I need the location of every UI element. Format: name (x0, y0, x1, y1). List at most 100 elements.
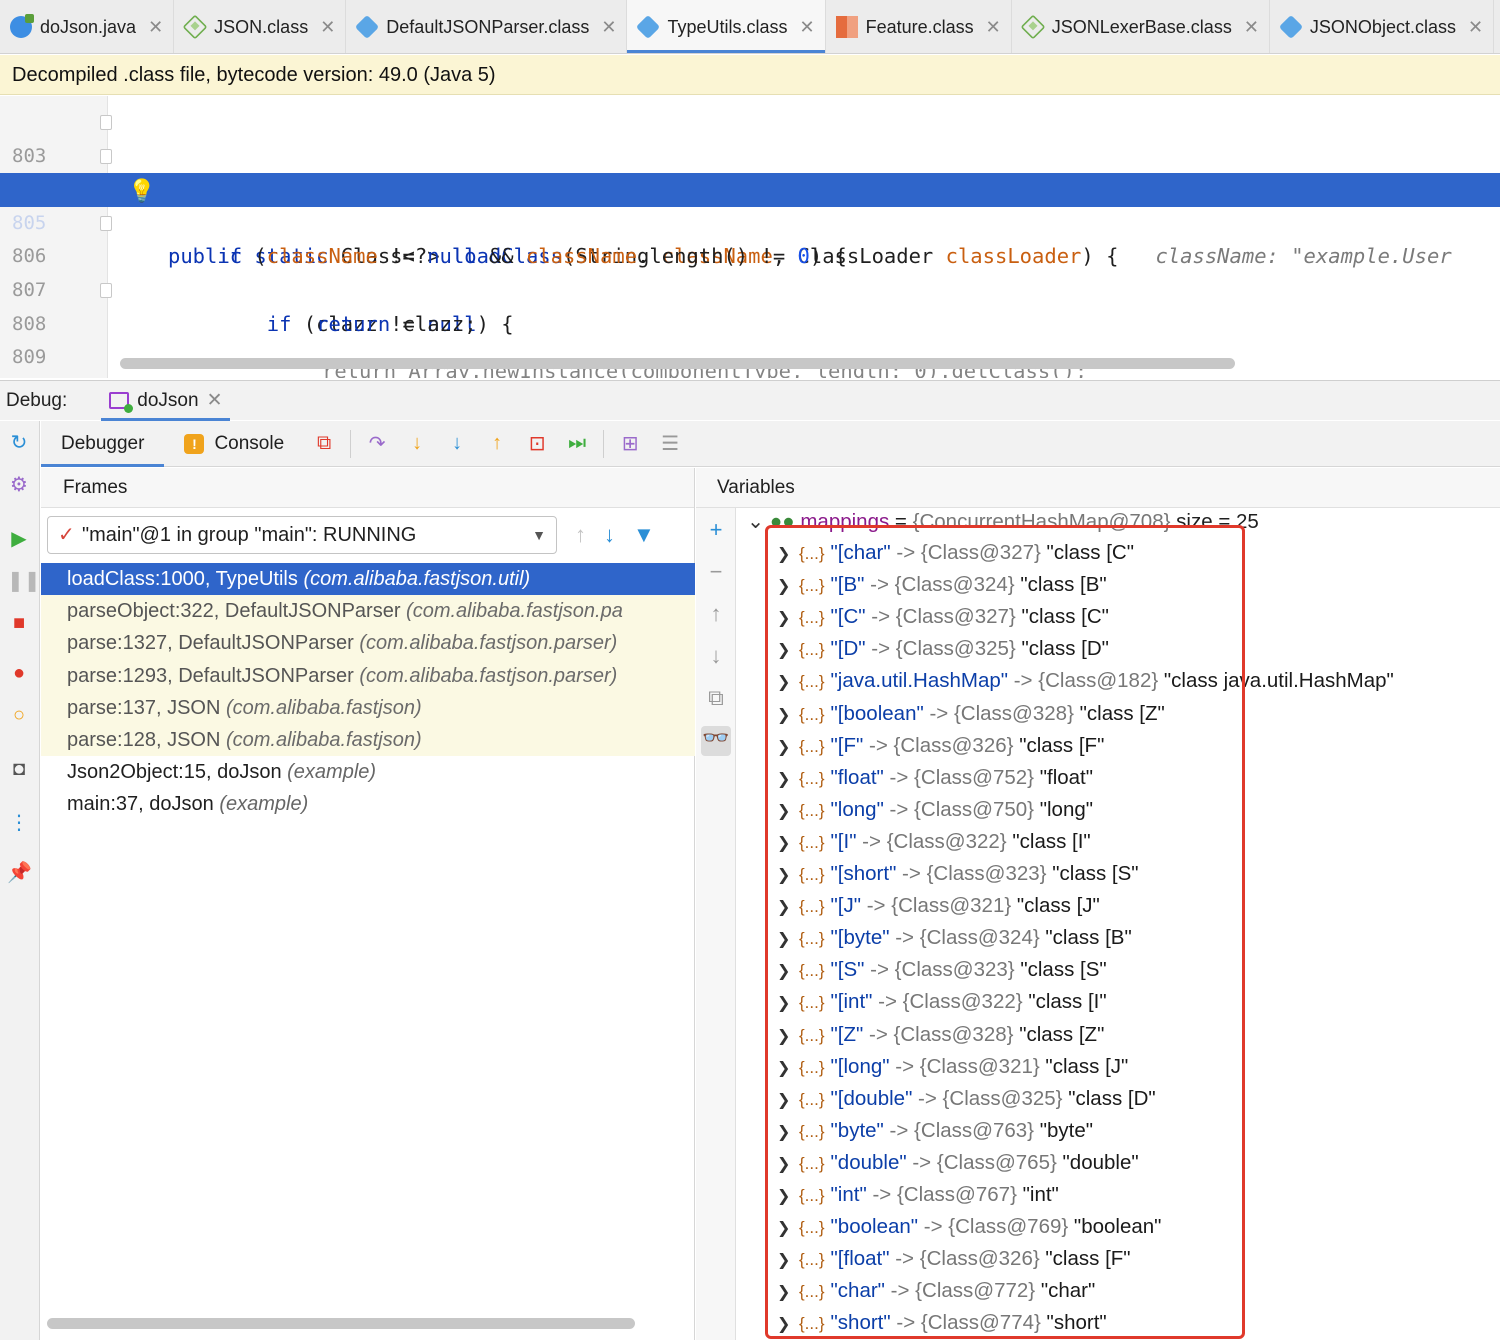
restore-layout-icon[interactable]: ⧉ (307, 427, 341, 461)
frame-row[interactable]: main:37, doJson (example) (41, 788, 695, 820)
map-entry-row[interactable]: ❯ {...} "[char" -> {Class@327} "class [C" (777, 537, 1134, 569)
map-entry-row[interactable]: ❯ {...} "[boolean" -> {Class@328} "class [… (777, 698, 1165, 730)
chevron-right-icon[interactable]: ❯ (777, 988, 799, 1020)
map-entry-row[interactable]: ❯ {...} "long" -> {Class@750} "long" (777, 794, 1093, 826)
map-entry-row[interactable]: ❯ {...} "int" -> {Class@767} "int" (777, 1179, 1059, 1211)
frame-row[interactable]: Json2Object:15, doJson (example) (41, 756, 695, 788)
tab-jsonlexerbase-class[interactable]: JSONLexerBase.class ✕ (1012, 0, 1270, 53)
map-entry-row[interactable]: ❯ {...} "[long" -> {Class@321} "class [J" (777, 1051, 1128, 1083)
evaluate-expression-icon[interactable]: ⊞ (613, 427, 647, 461)
chevron-right-icon[interactable]: ❯ (777, 924, 799, 956)
add-watch-icon[interactable]: + (704, 518, 728, 542)
chevron-right-icon[interactable]: ❯ (777, 1181, 799, 1213)
more-options-icon[interactable]: ⋮ (7, 811, 31, 835)
chevron-right-icon[interactable]: ❯ (777, 667, 799, 699)
map-entry-row[interactable]: ❯ {...} "[F" -> {Class@326} "class [F" (777, 730, 1104, 762)
close-icon[interactable]: ✕ (207, 389, 223, 412)
move-up-icon[interactable]: ↑ (704, 602, 728, 626)
map-entry-row[interactable]: ❯ {...} "boolean" -> {Class@769} "boolean" (777, 1211, 1161, 1243)
map-entry-row[interactable]: ❯ {...} "[D" -> {Class@325} "class [D" (777, 633, 1109, 665)
tab-defaultjsonparser-class[interactable]: DefaultJSONParser.class ✕ (346, 0, 628, 53)
map-entry-row[interactable]: ❯ {...} "[short" -> {Class@323} "class [S" (777, 858, 1139, 890)
tab-dojson-java[interactable]: doJson.java ✕ (0, 0, 175, 53)
close-icon[interactable]: ✕ (800, 17, 815, 38)
arrow-up-icon[interactable]: ↑ (575, 522, 586, 548)
arrow-down-icon[interactable]: ↓ (604, 522, 615, 548)
view-breakpoints-icon[interactable]: ● (7, 661, 31, 685)
chevron-right-icon[interactable]: ❯ (777, 1149, 799, 1181)
map-entry-row[interactable]: ❯ {...} "double" -> {Class@765} "double" (777, 1147, 1139, 1179)
code-line-809[interactable]: 809 ↻ Class<?> componentType = loadClass… (0, 308, 1500, 368)
close-icon[interactable]: ✕ (320, 17, 335, 38)
fold-marker-icon[interactable] (100, 148, 112, 164)
map-entry-row[interactable]: ❯ {...} "[byte" -> {Class@324} "class [B" (777, 922, 1132, 954)
settings-icon[interactable]: ⚙ (7, 473, 31, 497)
fold-marker-icon[interactable] (100, 115, 112, 130)
rerun-icon[interactable]: ↻ (7, 431, 31, 455)
code-line-806[interactable]: 806 if (clazz != null) { (0, 207, 1500, 336)
chevron-right-icon[interactable]: ❯ (777, 1021, 799, 1053)
remove-watch-icon[interactable]: − (704, 560, 728, 584)
map-entry-row[interactable]: ❯ {...} "[C" -> {Class@327} "class [C" (777, 601, 1109, 633)
chevron-right-icon[interactable]: ❯ (777, 1053, 799, 1085)
chevron-right-icon[interactable]: ❯ (777, 539, 799, 571)
pin-icon[interactable]: 📌 (7, 861, 32, 885)
trace-icon[interactable]: ☰ (653, 427, 687, 461)
map-entry-row[interactable]: ❯ {...} "[double" -> {Class@325} "class [D… (777, 1083, 1156, 1115)
close-icon[interactable]: ✕ (1244, 17, 1259, 38)
map-entry-row[interactable]: ❯ {...} "[int" -> {Class@322} "class [I" (777, 986, 1107, 1018)
chevron-right-icon[interactable]: ❯ (777, 892, 799, 924)
code-editor[interactable]: 803 @ public static Class<?> loadClass(S… (0, 96, 1500, 378)
run-to-cursor-icon[interactable]: ⏭ (560, 427, 594, 461)
frame-row[interactable]: parse:137, JSON (com.alibaba.fastjson) (41, 691, 695, 724)
resume-icon[interactable]: ▶ (7, 527, 31, 551)
chevron-right-icon[interactable]: ❯ (777, 764, 799, 796)
code-line-808[interactable]: 808 } else if (className.charAt(0) == '[… (0, 274, 1500, 335)
filter-icon[interactable]: ▼ (633, 522, 655, 548)
step-over-icon[interactable]: ↷ (360, 427, 394, 461)
move-down-icon[interactable]: ↓ (704, 644, 728, 668)
step-out-icon[interactable]: ↑ (480, 427, 514, 461)
mute-breakpoints-icon[interactable]: ○ (7, 703, 31, 727)
map-entry-row[interactable]: ❯ {...} "[float" -> {Class@326} "class [F" (777, 1243, 1131, 1275)
frames-horizontal-scrollbar[interactable] (47, 1318, 635, 1329)
close-icon[interactable]: ✕ (1468, 17, 1483, 38)
tab-console[interactable]: ! Console (164, 421, 304, 467)
code-line-805-current[interactable]: 805 💡 Class<?> clazz = (Class)mappings.g… (0, 173, 1500, 302)
copy-icon[interactable]: ⧉ (704, 686, 728, 710)
code-line-807[interactable]: 807 return clazz; (0, 240, 1500, 336)
pause-icon[interactable]: ❚❚ (7, 569, 41, 593)
drop-frame-icon[interactable]: ⊡ (520, 427, 554, 461)
chevron-right-icon[interactable]: ❯ (777, 1309, 799, 1340)
map-entry-row[interactable]: ❯ {...} "short" -> {Class@774} "short" (777, 1307, 1107, 1339)
force-step-into-icon[interactable]: ↓ (440, 427, 474, 461)
map-entry-row[interactable]: ❯ {...} "java.util.HashMap" -> {Class@182}… (777, 665, 1394, 697)
close-icon[interactable]: ✕ (601, 17, 616, 38)
chevron-right-icon[interactable]: ❯ (777, 571, 799, 603)
map-entry-row[interactable]: ❯ {...} "char" -> {Class@772} "char" (777, 1275, 1095, 1307)
chevron-right-icon[interactable]: ❯ (777, 603, 799, 635)
thread-selector[interactable]: ✓ "main"@1 in group "main": RUNNING ▼ (47, 516, 557, 554)
stop-icon[interactable]: ■ (7, 611, 31, 635)
lightbulb-icon[interactable]: 💡 (128, 175, 155, 209)
chevron-right-icon[interactable]: ❯ (777, 1277, 799, 1309)
chevron-right-icon[interactable]: ❯ (777, 828, 799, 860)
chevron-right-icon[interactable]: ❯ (777, 732, 799, 764)
map-entry-row[interactable]: ❯ {...} "[I" -> {Class@322} "class [I" (777, 826, 1091, 858)
close-icon[interactable]: ✕ (148, 17, 163, 38)
step-into-icon[interactable]: ↓ (400, 427, 434, 461)
chevron-right-icon[interactable]: ❯ (777, 635, 799, 667)
chevron-right-icon[interactable]: ❯ (777, 956, 799, 988)
variable-root-mappings[interactable]: ⌄ ●● mappings = {ConcurrentHashMap@708} … (747, 509, 1259, 539)
chevron-right-icon[interactable]: ❯ (777, 860, 799, 892)
chevron-right-icon[interactable]: ❯ (777, 796, 799, 828)
close-icon[interactable]: ✕ (986, 17, 1001, 38)
frame-row[interactable]: parse:128, JSON (com.alibaba.fastjson) (41, 723, 695, 757)
map-entry-row[interactable]: ❯ {...} "[J" -> {Class@321} "class [J" (777, 890, 1100, 922)
tab-debugger[interactable]: Debugger (41, 421, 165, 467)
frame-row[interactable]: loadClass:1000, TypeUtils (com.alibaba.f… (41, 563, 695, 596)
tab-json-class[interactable]: JSON.class ✕ (174, 0, 347, 53)
map-entry-row[interactable]: ❯ {...} "float" -> {Class@752} "float" (777, 762, 1093, 794)
chevron-right-icon[interactable]: ❯ (777, 700, 799, 732)
frame-row[interactable]: parse:1327, DefaultJSONParser (com.aliba… (41, 627, 695, 660)
